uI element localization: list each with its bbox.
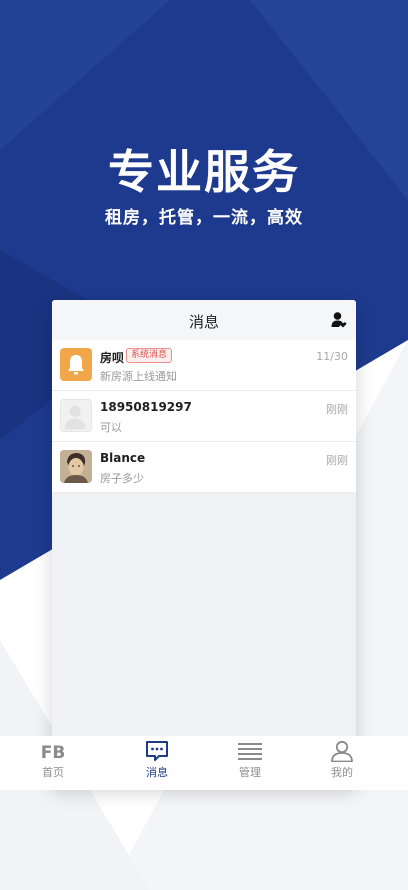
tab-home[interactable]: FB 首页	[2, 736, 104, 790]
contact-heart-icon[interactable]	[331, 311, 347, 328]
screen-title: 消息	[188, 313, 219, 331]
message-bubble-icon	[146, 741, 168, 761]
conversation-name: 18950819297	[100, 400, 192, 414]
bell-icon	[60, 348, 92, 381]
conversation-row[interactable]: Blance 房子多少 刚刚	[52, 442, 356, 493]
tab-messages[interactable]: 消息	[106, 736, 208, 790]
tab-manage[interactable]: 管理	[199, 736, 301, 790]
tab-bar: FB 首页 消息 管理 我的	[0, 736, 408, 790]
user-photo-avatar	[60, 450, 92, 483]
conversation-row[interactable]: 房呗 系统消息 新房源上线通知 11/30	[52, 340, 356, 391]
system-message-badge: 系统消息	[126, 348, 173, 363]
tab-label: 消息	[146, 766, 168, 779]
tab-label: 首页	[42, 766, 64, 779]
conversation-time: 刚刚	[326, 454, 348, 467]
conversation-row[interactable]: 18950819297 可以 刚刚	[52, 391, 356, 442]
conversation-time: 刚刚	[326, 403, 348, 416]
tab-label: 管理	[239, 766, 261, 779]
hero-title: 专业服务	[108, 145, 300, 199]
messages-screen: 消息 房呗 系统消息 新房源上线通知 11/30 18950819297 可以 …	[52, 300, 356, 786]
tab-profile[interactable]: 我的	[291, 736, 393, 790]
hero-subtitle: 租房，托管，一流，高效	[105, 208, 303, 228]
tab-label: 我的	[331, 766, 353, 779]
list-icon	[238, 743, 262, 760]
fb-logo-icon: FB	[41, 743, 65, 762]
conversation-list: 房呗 系统消息 新房源上线通知 11/30 18950819297 可以 刚刚	[52, 340, 356, 493]
svg-text:FB: FB	[41, 743, 65, 762]
conversation-name: 房呗	[100, 351, 125, 365]
default-user-avatar	[60, 399, 92, 432]
navigation-bar: 消息	[52, 300, 356, 341]
conversation-name: Blance	[100, 451, 146, 465]
person-icon	[331, 740, 353, 762]
conversation-preview: 新房源上线通知	[100, 370, 177, 383]
conversation-time: 11/30	[316, 350, 348, 363]
conversation-preview: 房子多少	[100, 472, 144, 485]
conversation-preview: 可以	[100, 421, 122, 434]
